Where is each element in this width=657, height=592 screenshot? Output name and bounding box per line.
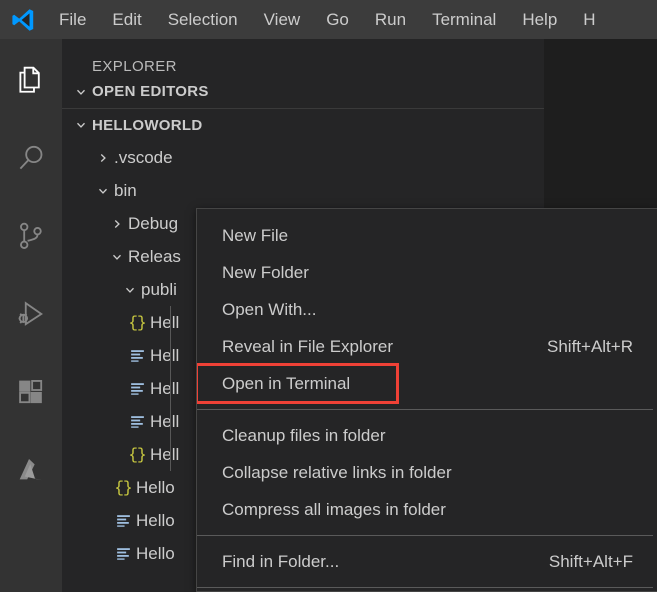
xml-file-icon	[110, 512, 136, 529]
tree-item-label: Hell	[150, 378, 180, 398]
menubar-item-run[interactable]: Run	[362, 5, 419, 35]
activity-bar-item-explorer[interactable]	[0, 39, 62, 119]
context-menu-item-new-folder[interactable]: New Folder	[197, 254, 657, 291]
context-menu-item-label: Cleanup files in folder	[222, 425, 386, 445]
tree-item-label: Hello	[136, 543, 175, 563]
activity-bar	[0, 39, 62, 592]
menubar-item-go[interactable]: Go	[313, 5, 362, 35]
tree-item-label: Hell	[150, 312, 180, 332]
extensions-icon	[14, 375, 48, 409]
tree-item-label: Debug	[128, 213, 179, 233]
tree-item-label: bin	[114, 180, 137, 200]
context-menu-item-shortcut: Shift+Alt+R	[547, 336, 633, 356]
activity-bar-item-azure[interactable]	[0, 431, 62, 509]
context-menu-item-reveal-in-file-explorer[interactable]: Reveal in File Explorer Shift+Alt+R	[197, 328, 657, 365]
context-menu-item-cleanup-files-in-folder[interactable]: Cleanup files in folder	[197, 417, 657, 454]
context-menu-item-open-in-terminal[interactable]: Open in Terminal	[197, 363, 399, 404]
activity-bar-item-run-and-debug[interactable]	[0, 275, 62, 353]
context-menu-item-find-in-folder[interactable]: Find in Folder... Shift+Alt+F	[197, 543, 657, 580]
context-menu-item-collapse-relative-links-in-folder[interactable]: Collapse relative links in folder	[197, 454, 657, 491]
context-menu: New File New Folder Open With... Reveal …	[196, 208, 657, 592]
title-bar: File Edit Selection View Go Run Terminal…	[0, 0, 657, 39]
indent-guide	[170, 372, 171, 405]
context-menu-item-label: Collapse relative links in folder	[222, 462, 452, 482]
context-menu-item-new-file[interactable]: New File	[197, 217, 657, 254]
tree-item-label: Hell	[150, 444, 180, 464]
menubar: File Edit Selection View Go Run Terminal…	[46, 0, 609, 39]
indent-guide	[170, 306, 171, 339]
xml-file-icon	[124, 380, 150, 397]
context-menu-item-shortcut: Shift+Alt+F	[548, 551, 633, 571]
menubar-item-edit[interactable]: Edit	[99, 5, 154, 35]
xml-file-icon	[110, 545, 136, 562]
context-menu-separator	[197, 535, 653, 536]
chevron-right-icon	[92, 151, 114, 165]
indent-guide	[170, 339, 171, 372]
menubar-item-help[interactable]: Help	[509, 5, 570, 35]
context-menu-item-label: Open in Terminal	[222, 373, 351, 393]
menubar-item-selection[interactable]: Selection	[155, 5, 251, 35]
tree-item-label: Hell	[150, 345, 180, 365]
tree-item-label: .vscode	[114, 147, 173, 167]
context-menu-item-label: Reveal in File Explorer	[222, 336, 394, 356]
context-menu-item-compress-all-images-in-folder[interactable]: Compress all images in folder	[197, 491, 657, 528]
tree-item-bin[interactable]: bin	[62, 174, 544, 207]
menubar-item-file[interactable]: File	[46, 5, 99, 35]
vscode-logo-icon	[0, 0, 46, 39]
context-menu-item-label: New Folder	[222, 262, 309, 282]
menubar-item-overflow[interactable]: H	[570, 5, 608, 35]
json-file-icon: {}	[114, 478, 132, 497]
context-menu-item-label: Compress all images in folder	[222, 499, 446, 519]
context-menu-separator	[197, 587, 653, 588]
indent-guide	[170, 405, 171, 438]
tree-item-vscode[interactable]: .vscode	[62, 141, 544, 174]
menubar-item-view[interactable]: View	[251, 5, 314, 35]
sidebar-title: EXPLORER	[92, 58, 177, 75]
chevron-right-icon	[106, 217, 128, 231]
json-file-icon: {}	[128, 313, 146, 332]
xml-file-icon	[124, 413, 150, 430]
source-control-icon	[14, 219, 48, 253]
context-menu-separator	[197, 409, 653, 410]
files-icon	[14, 62, 48, 96]
azure-icon	[14, 453, 48, 487]
context-menu-item-label: New File	[222, 225, 289, 245]
chevron-down-icon	[92, 184, 114, 198]
sidebar-section-open-editors[interactable]: OPEN EDITORS	[62, 75, 544, 108]
chevron-down-icon	[119, 283, 141, 297]
context-menu-item-label: Open With...	[222, 299, 317, 319]
xml-file-icon	[124, 347, 150, 364]
chevron-down-icon	[106, 250, 128, 264]
indent-guide	[170, 438, 171, 471]
activity-bar-item-extensions[interactable]	[0, 353, 62, 431]
tree-item-label: Hell	[150, 411, 180, 431]
menubar-item-terminal[interactable]: Terminal	[419, 5, 509, 35]
sidebar-section-label: OPEN EDITORS	[92, 83, 209, 100]
chevron-down-icon	[70, 118, 92, 132]
sidebar-section-label: HELLOWORLD	[92, 116, 203, 134]
sidebar-section-helloworld[interactable]: HELLOWORLD	[62, 108, 544, 141]
json-file-icon: {}	[128, 445, 146, 464]
context-menu-item-label: Find in Folder...	[222, 551, 340, 571]
context-menu-item-open-with[interactable]: Open With...	[197, 291, 657, 328]
activity-bar-item-search[interactable]	[0, 119, 62, 197]
activity-bar-item-source-control[interactable]	[0, 197, 62, 275]
tree-item-label: publi	[141, 279, 177, 299]
tree-item-label: Hello	[136, 477, 175, 497]
tree-item-label: Hello	[136, 510, 175, 530]
tree-item-label: Releas	[128, 246, 181, 266]
run-and-debug-icon	[14, 297, 48, 331]
chevron-down-icon	[70, 85, 92, 99]
search-icon	[14, 141, 48, 175]
